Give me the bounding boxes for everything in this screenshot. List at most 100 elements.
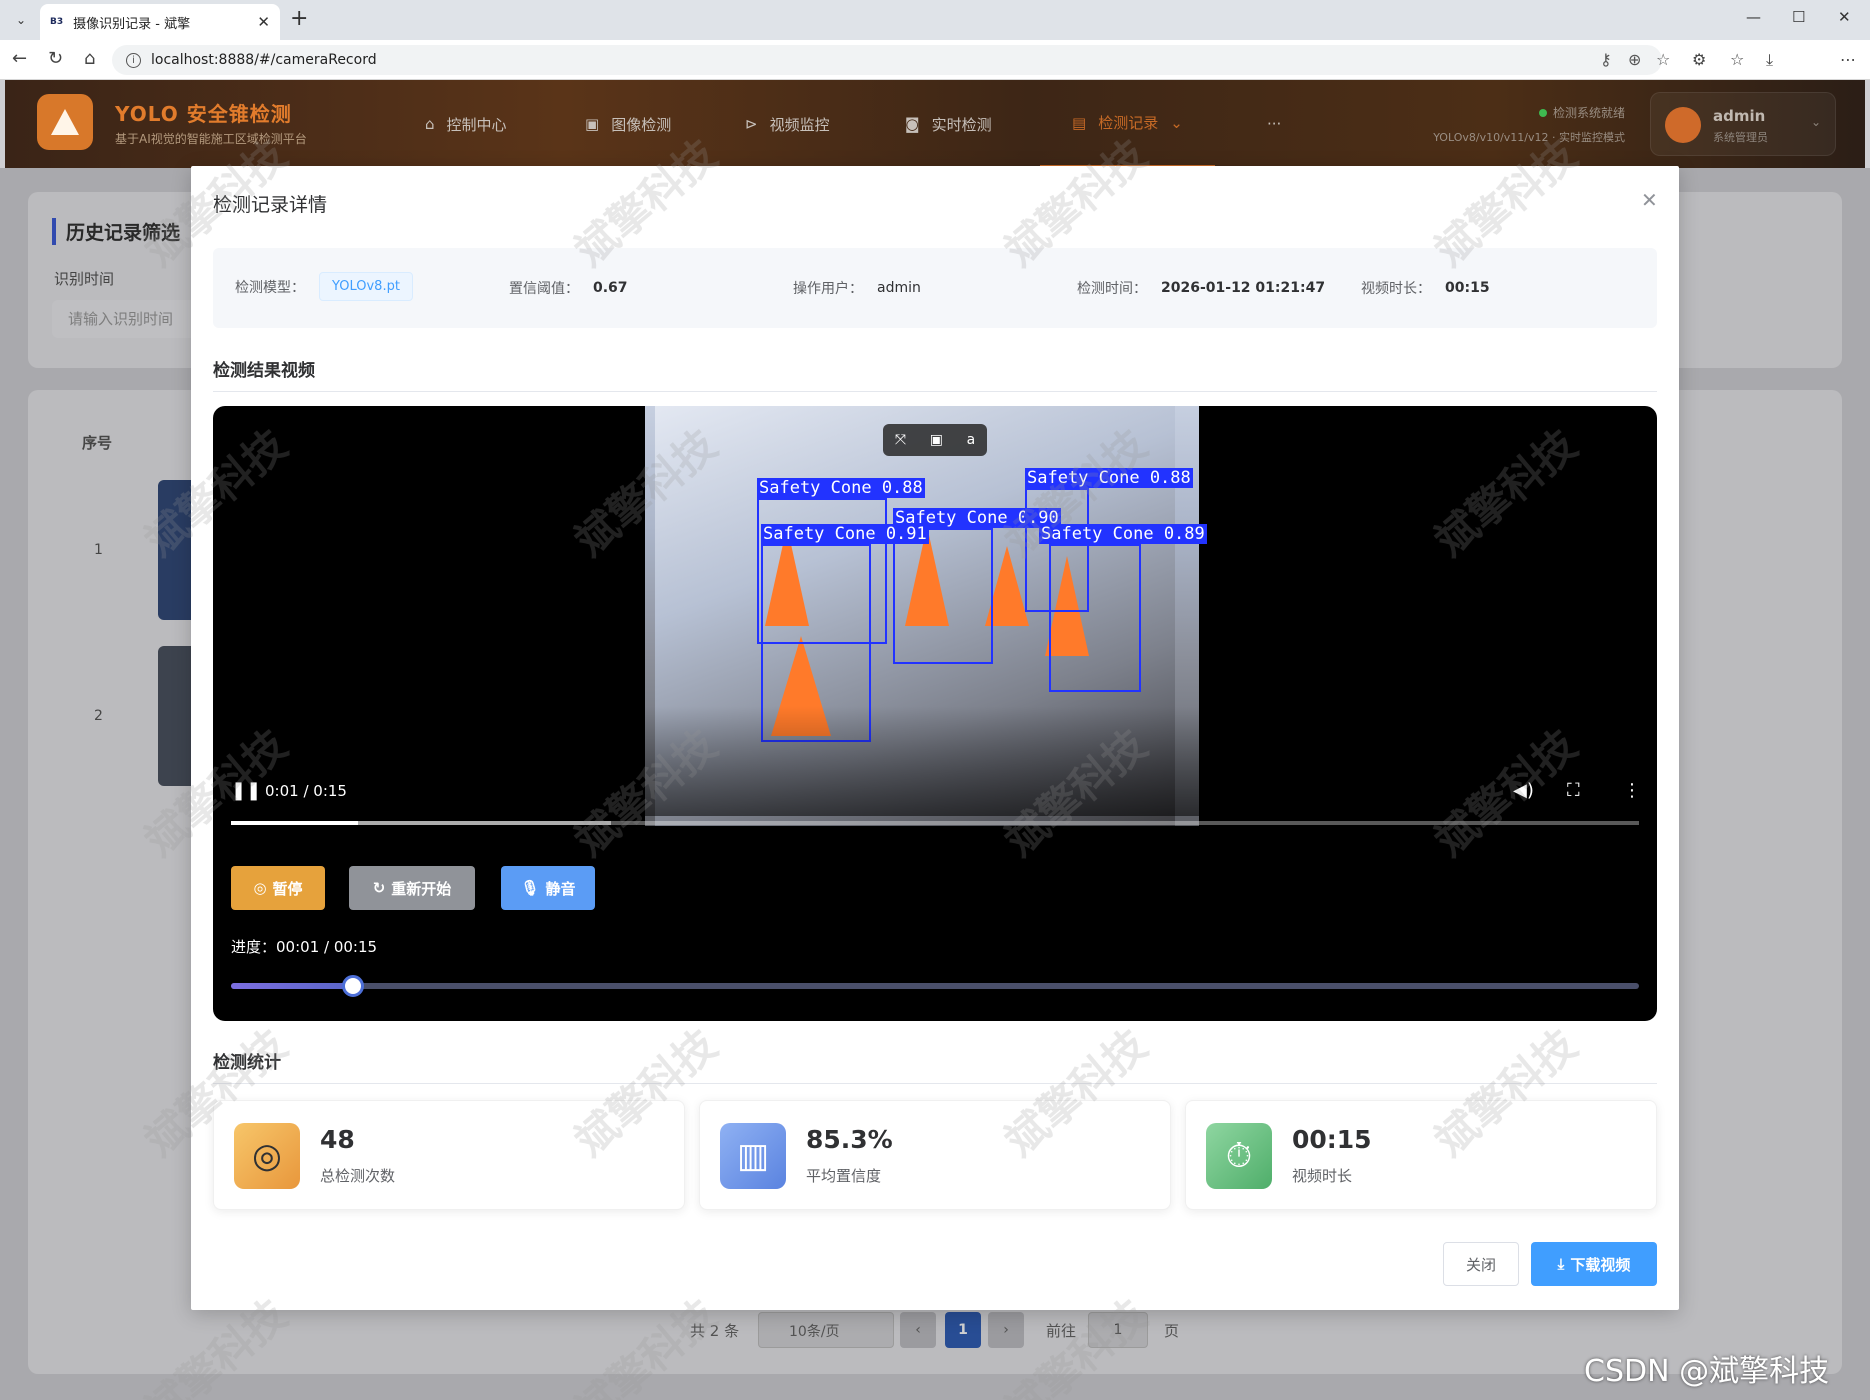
user-menu[interactable]: admin 系统管理员 ⌄ [1650,92,1836,156]
nav-item-records[interactable]: ▤ 检测记录 ⌄ [1040,80,1215,168]
detection-box: Safety Cone 0.90 [893,508,1061,664]
status-dot-icon [1538,109,1547,117]
detection-label: Safety Cone 0.88 [1025,468,1193,488]
detection-box: Safety Cone 0.89 [1039,524,1207,692]
nav-item-video-monitor[interactable]: ⊳ 视频监控 [745,80,830,168]
tab-favicon: B3 [50,17,64,27]
nav-label: 控制中心 [446,115,507,134]
detection-label: Safety Cone 0.89 [1039,524,1207,544]
tab-close-icon[interactable]: ✕ [257,13,270,31]
detection-label: Safety Cone 0.88 [757,478,925,498]
video-time: 0:01 / 0:15 [265,782,347,800]
tab-list-chevron-icon[interactable]: ⌄ [8,8,34,32]
volume-icon[interactable]: ◀) [1513,780,1534,801]
pip-icon[interactable]: ▣ [930,432,943,448]
progress-value: 00:01 / 00:15 [276,938,378,956]
stat-label: 平均置信度 [806,1167,882,1185]
progress-slider[interactable] [231,975,1639,997]
home-icon[interactable]: ⌂ [84,48,95,69]
cone-logo-icon [37,94,93,150]
info-label: 检测时间： [1077,281,1147,297]
video-progress-bar[interactable] [231,821,1639,825]
slider-knob[interactable] [342,975,365,997]
pause-button[interactable]: ◎ 暂停 [231,866,325,910]
button-label: 下载视频 [1570,1255,1631,1274]
chevron-down-icon: ⌄ [1811,115,1822,129]
nav-label: 实时检测 [931,115,992,134]
pip-toolbar[interactable]: ⤧ ▣ a [883,424,987,456]
tab-title: 摄像识别记录 - 斌擎 [73,16,191,32]
app-header: YOLO 安全锥检测 基于AI视觉的智能施工区域检测平台 ⌂ 控制中心 ▣ 图像检测… [5,80,1865,168]
brand-subtitle: 基于AI视觉的智能施工区域检测平台 [115,132,307,146]
more-vertical-icon[interactable]: ⋮ [1623,780,1641,801]
favorites-icon[interactable]: ☆ [1730,50,1744,69]
browser-tabstrip: ⌄ B3 摄像识别记录 - 斌擎 ✕ + — ☐ ✕ [0,0,1870,40]
fullscreen-icon[interactable]: ⛶ [1567,780,1580,801]
target-icon: ◎ [234,1123,300,1189]
microphone-icon: 🎙 [520,879,540,897]
dialog-close-icon[interactable]: ✕ [1641,188,1658,212]
reload-icon[interactable]: ↻ [48,48,63,69]
back-arrow-icon[interactable]: ← [12,48,27,69]
browser-tab[interactable]: B3 摄像识别记录 - 斌擎 ✕ [40,4,280,40]
stat-card-total-detections: ◎ 48 总检测次数 [213,1100,685,1210]
url-field[interactable]: i localhost:8888/#/cameraRecord [112,45,1662,75]
stat-label: 视频时长 [1292,1167,1353,1185]
status-sub: YOLOv8/v10/v11/v12 · 实时监控模式 [1433,131,1625,144]
favorite-star-icon[interactable]: ☆ [1656,50,1670,69]
address-bar: ← ↻ ⌂ i localhost:8888/#/cameraRecord ⚷ … [0,40,1870,111]
brand-title: YOLO 安全锥检测 [115,102,292,126]
nav-label: 检测记录 [1098,114,1159,132]
info-label: 视频时长： [1361,281,1431,297]
maximize-icon[interactable]: ☐ [1792,8,1805,26]
mute-button[interactable]: 🎙 静音 [501,866,595,910]
pause-circle-icon: ◎ [253,879,267,897]
detection-label: Safety Cone 0.91 [761,524,929,544]
restart-button[interactable]: ↻ 重新开始 [349,866,475,910]
button-label: 静音 [545,879,576,898]
info-model: 检测模型： YOLOv8.pt [235,272,413,301]
window-close-icon[interactable]: ✕ [1838,8,1851,26]
download-video-button[interactable]: ⤓ 下载视频 [1531,1242,1657,1286]
stat-label: 总检测次数 [320,1167,396,1185]
info-value: admin [877,280,921,296]
info-label: 置信阈值： [509,281,579,297]
stat-card-video-duration: ⏱ 00:15 视频时长 [1185,1100,1657,1210]
camera-icon: ◙ [905,115,920,133]
image-icon: ▣ [585,115,600,133]
download-icon: ⤓ [1557,1255,1565,1273]
refresh-icon: ↻ [372,879,386,897]
capture-icon[interactable]: ⤧ [895,432,906,448]
nav-item-image-detect[interactable]: ▣ 图像检测 [585,80,671,168]
zoom-icon[interactable]: ⊕ [1628,50,1641,69]
system-status: 检测系统就绪 YOLOv8/v10/v11/v12 · 实时监控模式 [1405,104,1625,145]
minimize-icon[interactable]: — [1746,8,1761,26]
slider-fill [231,983,354,989]
progress-label: 进度： [231,938,277,956]
stat-value: 85.3% [806,1125,893,1154]
nav-item-control-center[interactable]: ⌂ 控制中心 [425,80,507,168]
stat-card-avg-confidence: ▥ 85.3% 平均置信度 [699,1100,1171,1210]
info-value: 2026-01-12 01:21:47 [1161,280,1326,296]
nav-item-realtime-detect[interactable]: ◙ 实时检测 [905,80,992,168]
video-played [231,821,358,825]
chevron-down-icon: ⌄ [1170,113,1183,132]
result-video-player[interactable]: ⤧ ▣ a Safety Cone 0.88 Safety Cone 0.90 … [213,406,1657,1021]
new-tab-plus-icon[interactable]: + [290,6,308,31]
translate-icon[interactable]: a [967,432,976,448]
dialog-title: 检测记录详情 [213,194,328,216]
key-icon[interactable]: ⚷ [1600,50,1612,69]
pause-icon[interactable]: ❚❚ [231,780,261,801]
stat-value: 00:15 [1292,1125,1372,1154]
close-button[interactable]: 关闭 [1443,1242,1519,1286]
info-user: 操作用户： admin [793,278,921,298]
extensions-icon[interactable]: ⚙ [1692,50,1706,69]
button-label: 暂停 [272,879,303,898]
button-label: 重新开始 [391,879,452,898]
nav-more[interactable]: ··· [1267,80,1281,168]
site-info-icon[interactable]: i [126,52,141,68]
menu-dots-icon[interactable]: ⋯ [1840,50,1856,69]
user-role: 系统管理员 [1713,131,1768,144]
download-icon[interactable]: ⤓ [1766,50,1773,70]
record-info-bar: 检测模型： YOLOv8.pt 置信阈值： 0.67 操作用户： admin 检… [213,248,1657,328]
